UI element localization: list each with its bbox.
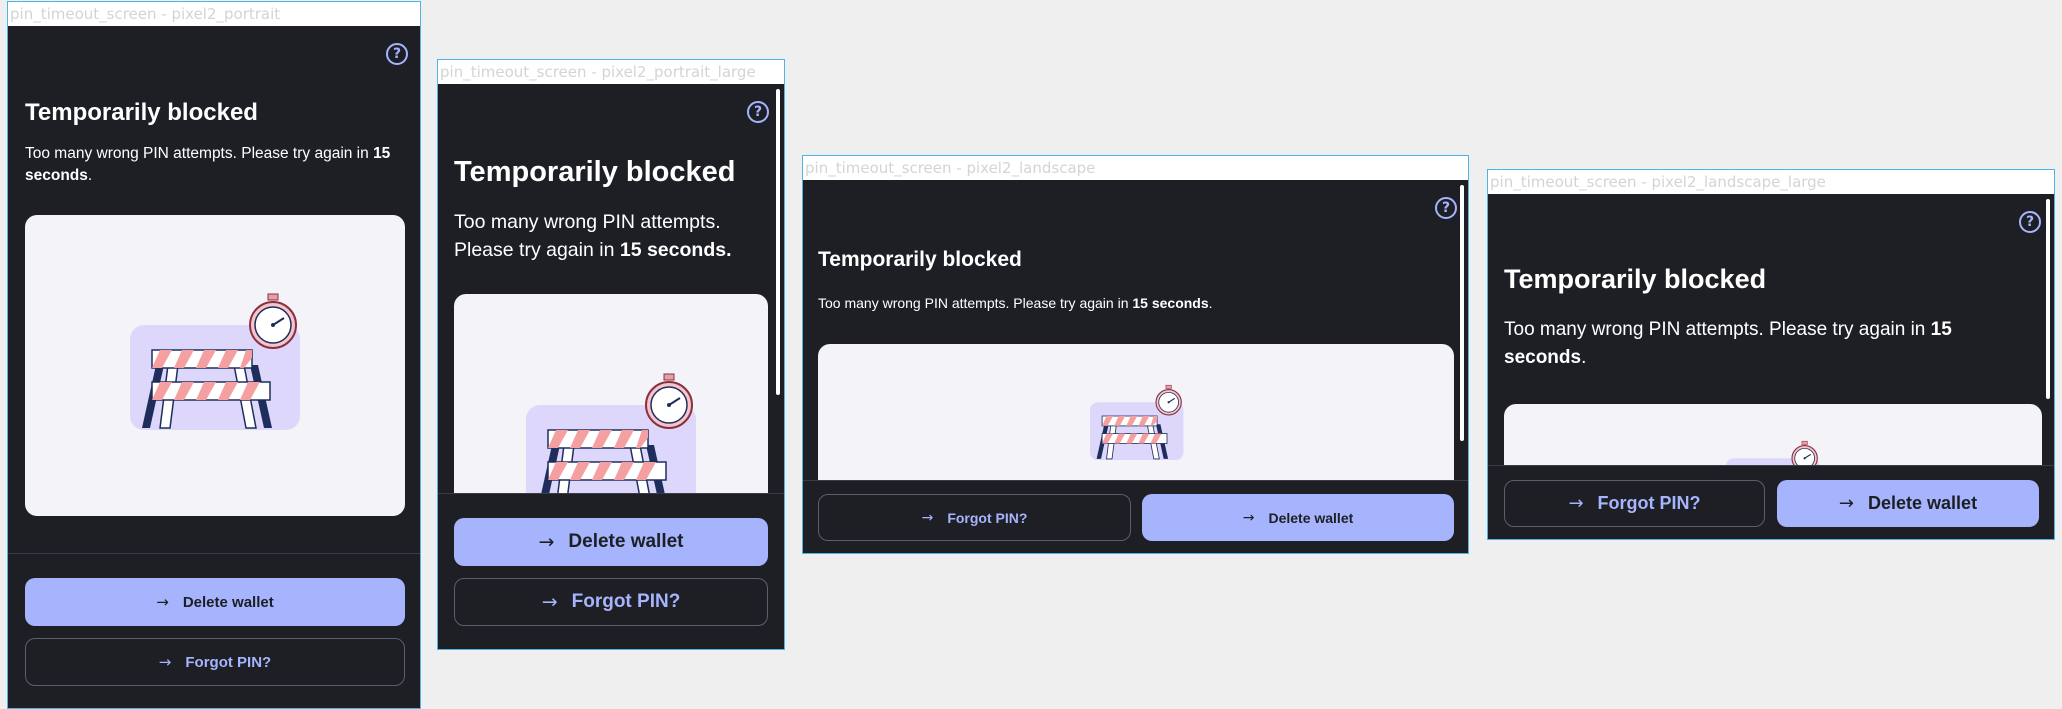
page-title: Temporarily blocked	[25, 99, 258, 126]
forgot-pin-button[interactable]: → Forgot PIN?	[1504, 480, 1765, 527]
forgot-pin-label: Forgot PIN?	[185, 653, 272, 671]
arrow-right-icon: →	[538, 531, 555, 553]
frame-label: pin_timeout_screen - pixel2_portrait	[8, 2, 420, 26]
arrow-right-icon: →	[921, 509, 934, 526]
page-title: Temporarily blocked	[454, 156, 736, 188]
delete-wallet-button[interactable]: → Delete wallet	[1142, 494, 1454, 541]
pin-timeout-screen: ? Temporarily blocked Too many wrong PIN…	[438, 84, 784, 649]
delete-wallet-label: Delete wallet	[1268, 509, 1354, 526]
footer: → Forgot PIN? → Delete wallet	[803, 480, 1468, 553]
question-circle-icon[interactable]: ?	[386, 43, 408, 65]
arrow-right-icon: →	[1242, 509, 1255, 526]
forgot-pin-label: Forgot PIN?	[947, 509, 1028, 526]
forgot-pin-button[interactable]: → Forgot PIN?	[454, 578, 768, 626]
arrow-right-icon: →	[1568, 493, 1584, 514]
question-circle-icon[interactable]: ?	[747, 101, 769, 123]
timeout-duration: 15 seconds	[1132, 295, 1209, 311]
footer: → Delete wallet → Forgot PIN?	[438, 493, 784, 649]
blocked-illustration	[454, 294, 768, 504]
pin-timeout-screen: ? Temporarily blocked Too many wrong PIN…	[8, 26, 420, 708]
arrow-right-icon: →	[158, 653, 172, 671]
arrow-right-icon: →	[156, 593, 169, 611]
forgot-pin-button[interactable]: → Forgot PIN?	[818, 494, 1131, 541]
forgot-pin-label: Forgot PIN?	[1597, 493, 1701, 513]
blocked-illustration	[25, 215, 405, 516]
frame-landscape: pin_timeout_screen - pixel2_landscape ? …	[802, 155, 1469, 554]
forgot-pin-button[interactable]: → Forgot PIN?	[25, 638, 405, 686]
delete-wallet-label: Delete wallet	[1868, 493, 1978, 513]
forgot-pin-label: Forgot PIN?	[571, 591, 681, 612]
frame-landscape-large: pin_timeout_screen - pixel2_landscape_la…	[1487, 169, 2055, 540]
timeout-duration: 15 seconds	[619, 239, 727, 262]
frame-portrait-large: pin_timeout_screen - pixel2_portrait_lar…	[437, 59, 785, 650]
barrier-icon	[525, 373, 697, 504]
delete-wallet-label: Delete wallet	[568, 531, 684, 552]
footer: → Delete wallet → Forgot PIN?	[8, 553, 420, 708]
frame-label: pin_timeout_screen - pixel2_portrait_lar…	[438, 60, 784, 84]
delete-wallet-label: Delete wallet	[182, 593, 274, 611]
page-title: Temporarily blocked	[818, 248, 1022, 271]
delete-wallet-button[interactable]: → Delete wallet	[454, 518, 768, 566]
frame-label: pin_timeout_screen - pixel2_landscape_la…	[1488, 170, 2054, 194]
timeout-message: Too many wrong PIN attempts. Please try …	[1504, 319, 1952, 368]
timeout-message: Too many wrong PIN attempts. Please try …	[25, 145, 391, 185]
timeout-message: Too many wrong PIN attempts. Please try …	[818, 295, 1213, 311]
frame-portrait: pin_timeout_screen - pixel2_portrait ? T…	[7, 1, 421, 709]
frame-label: pin_timeout_screen - pixel2_landscape	[803, 156, 1468, 180]
scrollbar[interactable]	[2046, 199, 2050, 399]
footer: → Forgot PIN? → Delete wallet	[1488, 465, 2054, 539]
question-circle-icon[interactable]: ?	[1435, 197, 1457, 219]
timeout-message: Too many wrong PIN attempts. Please try a…	[454, 211, 732, 262]
delete-wallet-button[interactable]: → Delete wallet	[25, 578, 405, 626]
question-circle-icon[interactable]: ?	[2019, 211, 2041, 233]
arrow-right-icon: →	[541, 591, 558, 613]
pin-timeout-screen: ? Temporarily blocked Too many wrong PIN…	[1488, 194, 2054, 539]
pin-timeout-screen: ? Temporarily blocked Too many wrong PIN…	[803, 180, 1468, 553]
delete-wallet-button[interactable]: → Delete wallet	[1777, 480, 2039, 527]
barrier-icon	[129, 293, 301, 431]
page-title: Temporarily blocked	[1504, 264, 1767, 294]
scrollbar[interactable]	[776, 89, 780, 395]
scrollbar[interactable]	[1460, 185, 1464, 441]
arrow-right-icon: →	[1838, 493, 1855, 514]
